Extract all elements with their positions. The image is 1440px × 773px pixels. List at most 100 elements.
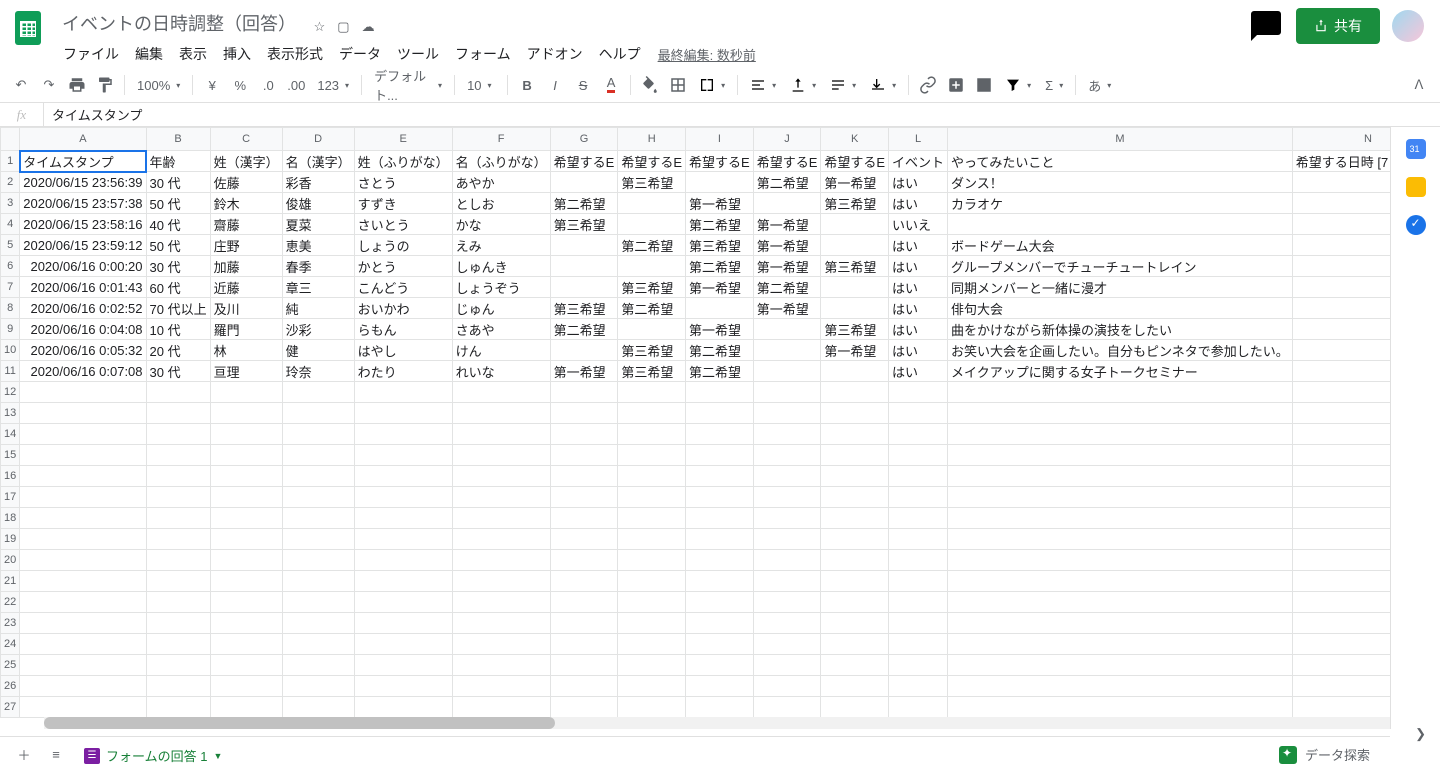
cell[interactable] <box>686 424 754 445</box>
cell[interactable] <box>889 634 948 655</box>
cell[interactable] <box>1292 676 1390 697</box>
cell[interactable] <box>20 403 146 424</box>
cell[interactable]: いいえ <box>889 214 948 235</box>
row-header[interactable]: 3 <box>1 193 20 214</box>
cell[interactable] <box>1292 445 1390 466</box>
cell[interactable] <box>354 676 452 697</box>
cell[interactable] <box>686 298 754 319</box>
row-header[interactable]: 6 <box>1 256 20 277</box>
sheets-logo[interactable] <box>8 8 48 48</box>
cell[interactable] <box>550 571 618 592</box>
row-header[interactable]: 25 <box>1 655 20 676</box>
cell[interactable]: しょうの <box>354 235 452 256</box>
cell[interactable]: はい <box>889 319 948 340</box>
cell[interactable]: 2020/06/15 23:56:39 <box>20 172 146 193</box>
cell[interactable] <box>948 466 1293 487</box>
cell[interactable] <box>452 508 550 529</box>
cell[interactable] <box>753 508 821 529</box>
cell[interactable]: 第三希望 <box>618 340 686 361</box>
cell[interactable] <box>618 508 686 529</box>
cell[interactable] <box>821 697 889 718</box>
cell[interactable] <box>146 571 210 592</box>
cell[interactable]: 俊雄 <box>282 193 354 214</box>
cell[interactable] <box>618 445 686 466</box>
cell[interactable] <box>889 466 948 487</box>
cell[interactable] <box>282 697 354 718</box>
cell[interactable] <box>354 571 452 592</box>
cell[interactable] <box>686 592 754 613</box>
cell[interactable] <box>889 571 948 592</box>
col-header-D[interactable]: D <box>282 128 354 151</box>
cell[interactable]: 2020/06/15 23:57:38 <box>20 193 146 214</box>
cell[interactable] <box>686 403 754 424</box>
cell[interactable] <box>1292 298 1390 319</box>
number-format-dropdown[interactable]: 123 <box>311 72 355 98</box>
cell[interactable]: 俳句大会 <box>948 298 1293 319</box>
cell[interactable]: メイクアップに関する女子トークセミナー <box>948 361 1293 382</box>
cell[interactable] <box>354 487 452 508</box>
cell[interactable] <box>821 571 889 592</box>
cell[interactable]: 第一希望 <box>821 340 889 361</box>
cell[interactable] <box>753 529 821 550</box>
row-header[interactable]: 27 <box>1 697 20 718</box>
cell[interactable] <box>618 571 686 592</box>
cell[interactable] <box>210 487 282 508</box>
cell[interactable] <box>753 424 821 445</box>
cell[interactable]: 第一希望 <box>821 172 889 193</box>
cell[interactable]: 希望するE <box>686 151 754 172</box>
row-header[interactable]: 14 <box>1 424 20 445</box>
cell[interactable] <box>686 382 754 403</box>
cell[interactable] <box>452 403 550 424</box>
cell[interactable] <box>618 487 686 508</box>
cell[interactable]: 彩香 <box>282 172 354 193</box>
cell[interactable] <box>452 697 550 718</box>
cell[interactable]: 10 代 <box>146 319 210 340</box>
cell[interactable] <box>889 676 948 697</box>
cell[interactable] <box>550 277 618 298</box>
cell[interactable] <box>686 676 754 697</box>
sheet-tab-dropdown-icon[interactable]: ▼ <box>213 751 222 761</box>
cell[interactable] <box>686 697 754 718</box>
cell[interactable] <box>282 445 354 466</box>
cell[interactable] <box>1292 592 1390 613</box>
cell[interactable]: すずき <box>354 193 452 214</box>
cell[interactable]: はい <box>889 340 948 361</box>
calendar-icon[interactable] <box>1406 139 1426 159</box>
cell[interactable] <box>821 529 889 550</box>
cell[interactable] <box>753 592 821 613</box>
cell[interactable] <box>753 697 821 718</box>
cell[interactable] <box>1292 655 1390 676</box>
cell[interactable] <box>618 214 686 235</box>
tasks-icon[interactable] <box>1406 215 1426 235</box>
col-header-K[interactable]: K <box>821 128 889 151</box>
cell[interactable] <box>753 319 821 340</box>
formula-bar[interactable]: タイムスタンプ <box>44 105 150 124</box>
cell[interactable]: 第一希望 <box>753 235 821 256</box>
row-header[interactable]: 17 <box>1 487 20 508</box>
cell[interactable]: 名（漢字） <box>282 151 354 172</box>
cell[interactable] <box>452 613 550 634</box>
comments-icon[interactable] <box>1248 8 1284 44</box>
cell[interactable]: 70 代以上 <box>146 298 210 319</box>
cell[interactable]: はい <box>889 172 948 193</box>
cell[interactable] <box>948 676 1293 697</box>
cell[interactable]: ボードゲーム大会 <box>948 235 1293 256</box>
cell[interactable]: 第三希望 <box>618 172 686 193</box>
cell[interactable]: わたり <box>354 361 452 382</box>
cell[interactable] <box>20 424 146 445</box>
cell[interactable]: 50 代 <box>146 235 210 256</box>
cell[interactable]: 羅門 <box>210 319 282 340</box>
cell[interactable]: 年齢 <box>146 151 210 172</box>
cell[interactable]: 第三希望 <box>618 361 686 382</box>
decrease-decimal-button[interactable]: .0 <box>255 72 281 98</box>
text-rotation-button[interactable] <box>864 72 902 98</box>
cell[interactable] <box>821 382 889 403</box>
paint-format-button[interactable] <box>92 72 118 98</box>
cell[interactable] <box>550 424 618 445</box>
cell[interactable] <box>452 424 550 445</box>
cell[interactable]: 2020/06/16 0:00:20 <box>20 256 146 277</box>
cell[interactable] <box>20 634 146 655</box>
cell[interactable] <box>948 487 1293 508</box>
cell[interactable]: タイムスタンプ <box>20 151 146 172</box>
cell[interactable] <box>146 508 210 529</box>
